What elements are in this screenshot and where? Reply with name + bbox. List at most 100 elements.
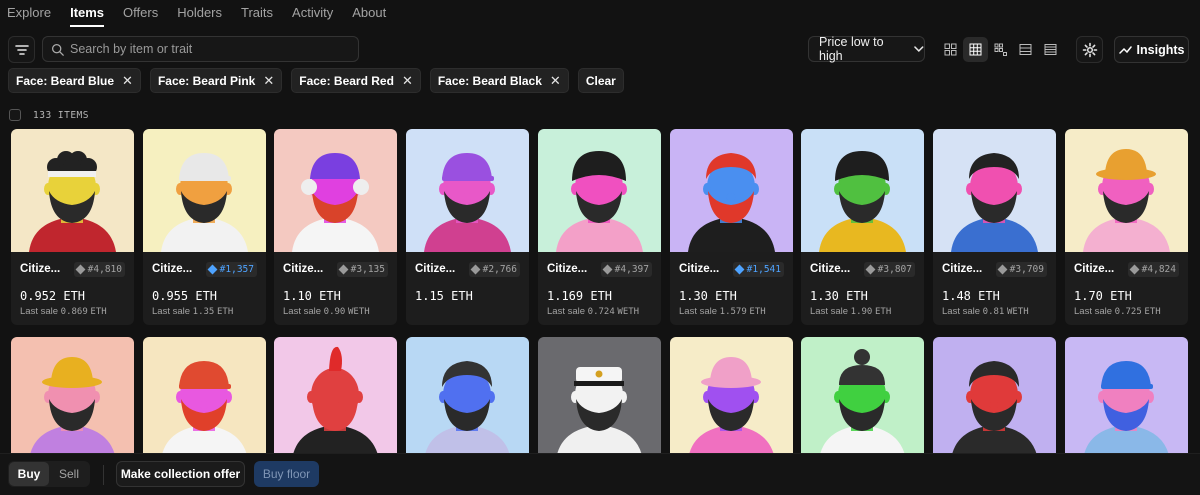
filter-chip[interactable]: Face: Beard Black ✕ xyxy=(429,68,569,93)
tab-explore[interactable]: Explore xyxy=(7,5,51,20)
view-grid-small-button[interactable] xyxy=(988,37,1013,62)
nft-card[interactable]: Citize... #3,807 1.30 ETH Last sale 1.90 ET… xyxy=(801,129,924,325)
filter-chip[interactable]: Face: Beard Blue ✕ xyxy=(8,68,141,93)
name-row: Citize... #1,357 xyxy=(152,261,257,277)
nft-image[interactable] xyxy=(801,129,924,252)
sell-toggle[interactable]: Sell xyxy=(49,462,89,486)
nft-card[interactable]: Citize... #3,709 1.48 ETH Last sale 0.81 WE… xyxy=(933,129,1056,325)
last-sale-row: Last sale 0.81 WETH xyxy=(942,306,1047,317)
token-badge: #4,824 xyxy=(1127,261,1179,277)
nft-card[interactable]: Citize... #3,135 1.10 ETH Last sale 0.90 WE… xyxy=(274,129,397,325)
nft-image[interactable] xyxy=(1065,337,1188,460)
nft-image[interactable] xyxy=(1065,129,1188,252)
tab-items[interactable]: Items xyxy=(70,5,104,27)
last-sale-label: Last sale xyxy=(810,306,849,317)
buy-sell-toggle: Buy Sell xyxy=(8,461,90,487)
gear-icon xyxy=(1082,42,1097,57)
nft-image[interactable] xyxy=(406,337,529,460)
tab-offers[interactable]: Offers xyxy=(123,5,158,20)
avatar-illustration xyxy=(819,349,906,460)
price-currency: ETH xyxy=(846,289,868,303)
nft-image[interactable] xyxy=(801,337,924,460)
close-icon[interactable]: ✕ xyxy=(550,73,561,89)
buy-toggle[interactable]: Buy xyxy=(9,462,49,486)
nft-image[interactable] xyxy=(933,129,1056,252)
last-sale-row: Last sale 0.869 ETH xyxy=(20,306,125,317)
last-sale-currency: ETH xyxy=(217,307,234,317)
insights-button[interactable]: Insights xyxy=(1114,36,1189,63)
grid-large-icon xyxy=(944,43,957,56)
avatar-illustration xyxy=(1083,361,1170,460)
make-collection-offer-button[interactable]: Make collection offer xyxy=(116,461,245,487)
item-name: Citize... xyxy=(152,263,193,275)
search-input[interactable] xyxy=(70,42,340,56)
price-row: 1.10 ETH xyxy=(283,289,388,303)
nft-image[interactable] xyxy=(143,337,266,460)
divider xyxy=(103,465,104,485)
tab-about[interactable]: About xyxy=(352,5,386,20)
settings-button[interactable] xyxy=(1076,36,1103,63)
token-badge: #3,807 xyxy=(863,261,915,277)
chip-label: Face: Beard Red xyxy=(299,73,394,88)
nft-image[interactable] xyxy=(11,129,134,252)
filter-button[interactable] xyxy=(8,36,35,63)
sort-dropdown[interactable]: Price low to high xyxy=(808,35,925,63)
view-list-button[interactable] xyxy=(1013,37,1038,62)
filter-chip[interactable]: Face: Beard Red ✕ xyxy=(291,68,421,93)
nft-image[interactable] xyxy=(670,129,793,252)
view-grid-medium-button[interactable] xyxy=(963,37,988,62)
card-meta: Citize... #1,541 1.30 ETH Last sale 1.579 E… xyxy=(670,252,793,325)
select-all-checkbox[interactable] xyxy=(9,109,21,121)
price-row: 1.30 ETH xyxy=(679,289,784,303)
card-meta: Citize... #4,810 0.952 ETH Last sale 0.869 … xyxy=(11,252,134,325)
nft-image[interactable] xyxy=(274,337,397,460)
price-row: 1.30 ETH xyxy=(810,289,915,303)
chevron-down-icon xyxy=(914,46,924,52)
nft-image[interactable] xyxy=(538,337,661,460)
avatar-illustration xyxy=(292,153,379,252)
nft-card[interactable]: Citize... #1,541 1.30 ETH Last sale 1.579 E… xyxy=(670,129,793,325)
price-row: 1.48 ETH xyxy=(942,289,1047,303)
token-badge: #4,810 xyxy=(73,261,125,277)
card-meta: Citize... #3,807 1.30 ETH Last sale 1.90 ET… xyxy=(801,252,924,325)
nft-card[interactable]: Citize... #4,824 1.70 ETH Last sale 0.725 E… xyxy=(1065,129,1188,325)
price-value: 1.70 xyxy=(1074,289,1103,303)
rarity-diamond-icon xyxy=(470,264,481,274)
item-name: Citize... xyxy=(20,263,61,275)
close-icon[interactable]: ✕ xyxy=(402,73,413,89)
buy-floor-button[interactable]: Buy floor xyxy=(254,461,319,487)
item-name: Citize... xyxy=(547,263,588,275)
close-icon[interactable]: ✕ xyxy=(122,73,133,89)
tab-holders[interactable]: Holders xyxy=(177,5,222,20)
item-count: 133 ITEMS xyxy=(33,109,89,121)
nft-image[interactable] xyxy=(933,337,1056,460)
filter-chip[interactable]: Face: Beard Pink ✕ xyxy=(149,68,283,93)
item-name: Citize... xyxy=(415,263,456,275)
action-bar: Buy Sell Make collection offer Buy floor xyxy=(0,453,1200,495)
nft-card[interactable]: Citize... #4,810 0.952 ETH Last sale 0.869 … xyxy=(11,129,134,325)
card-meta: Citize... #3,135 1.10 ETH Last sale 0.90 WE… xyxy=(274,252,397,325)
nft-card[interactable]: Citize... #2,766 1.15 ETH xyxy=(406,129,529,325)
tab-activity[interactable]: Activity xyxy=(292,5,333,20)
token-id: #1,541 xyxy=(746,263,781,275)
view-table-button[interactable] xyxy=(1038,37,1063,62)
nft-image[interactable] xyxy=(274,129,397,252)
avatar-illustration xyxy=(556,367,643,460)
nft-image[interactable] xyxy=(143,129,266,252)
token-id: #3,709 xyxy=(1009,263,1044,275)
price-currency: ETH xyxy=(590,289,613,303)
token-badge: #2,766 xyxy=(468,261,520,277)
nft-image[interactable] xyxy=(538,129,661,252)
clear-filters-button[interactable]: Clear xyxy=(577,68,624,93)
tab-traits[interactable]: Traits xyxy=(241,5,273,20)
close-icon[interactable]: ✕ xyxy=(263,73,274,89)
name-row: Citize... #3,135 xyxy=(283,261,388,277)
avatar-illustration xyxy=(951,153,1038,252)
search-box xyxy=(42,36,359,62)
nft-image[interactable] xyxy=(406,129,529,252)
nft-image[interactable] xyxy=(670,337,793,460)
nft-card[interactable]: Citize... #1,357 0.955 ETH Last sale 1.35 E… xyxy=(143,129,266,325)
nft-image[interactable] xyxy=(11,337,134,460)
nft-card[interactable]: Citize... #4,397 1.169 ETH Last sale 0.724 … xyxy=(538,129,661,325)
view-grid-large-button[interactable] xyxy=(938,37,963,62)
